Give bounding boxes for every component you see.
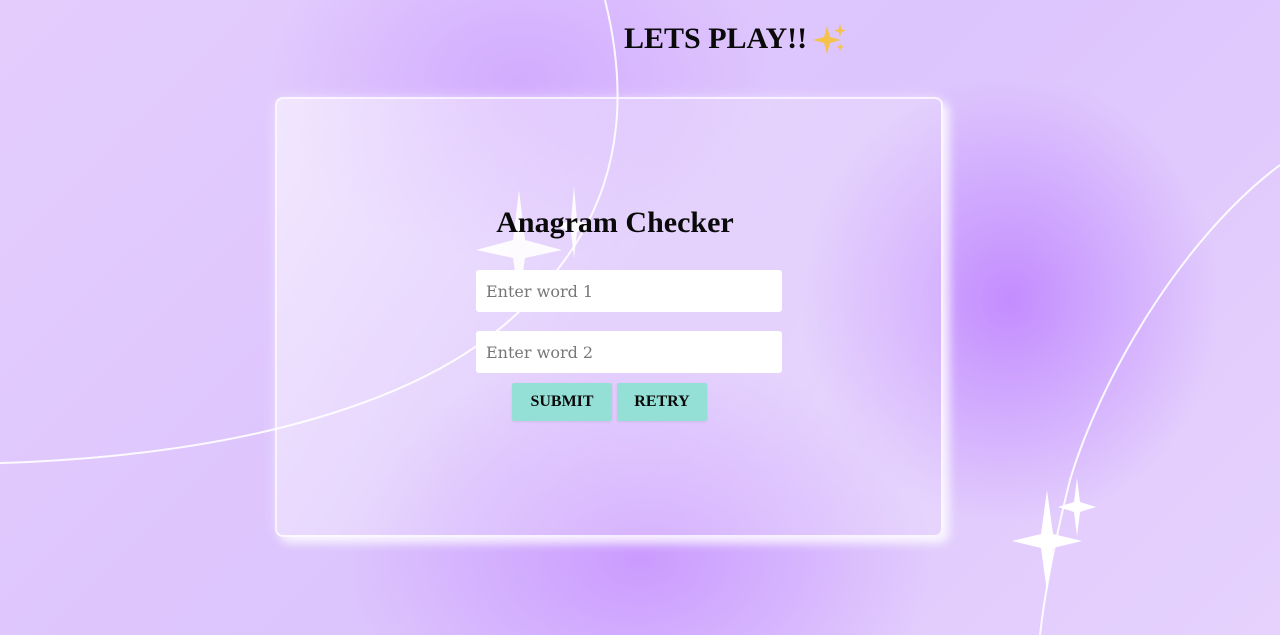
- submit-button[interactable]: SUBMIT: [512, 383, 612, 421]
- background-curve-right: [1039, 164, 1280, 635]
- card-title: Anagram Checker: [496, 206, 734, 239]
- word-1-input[interactable]: [476, 270, 782, 312]
- page-heading-text: LETS PLAY!!: [624, 22, 808, 55]
- sparkles-icon: [813, 24, 847, 54]
- anagram-card: [275, 97, 943, 537]
- word-2-input[interactable]: [476, 331, 782, 373]
- page-heading: LETS PLAY!!: [624, 22, 847, 56]
- sparkle-icon: [1012, 478, 1096, 592]
- retry-button[interactable]: RETRY: [617, 383, 707, 421]
